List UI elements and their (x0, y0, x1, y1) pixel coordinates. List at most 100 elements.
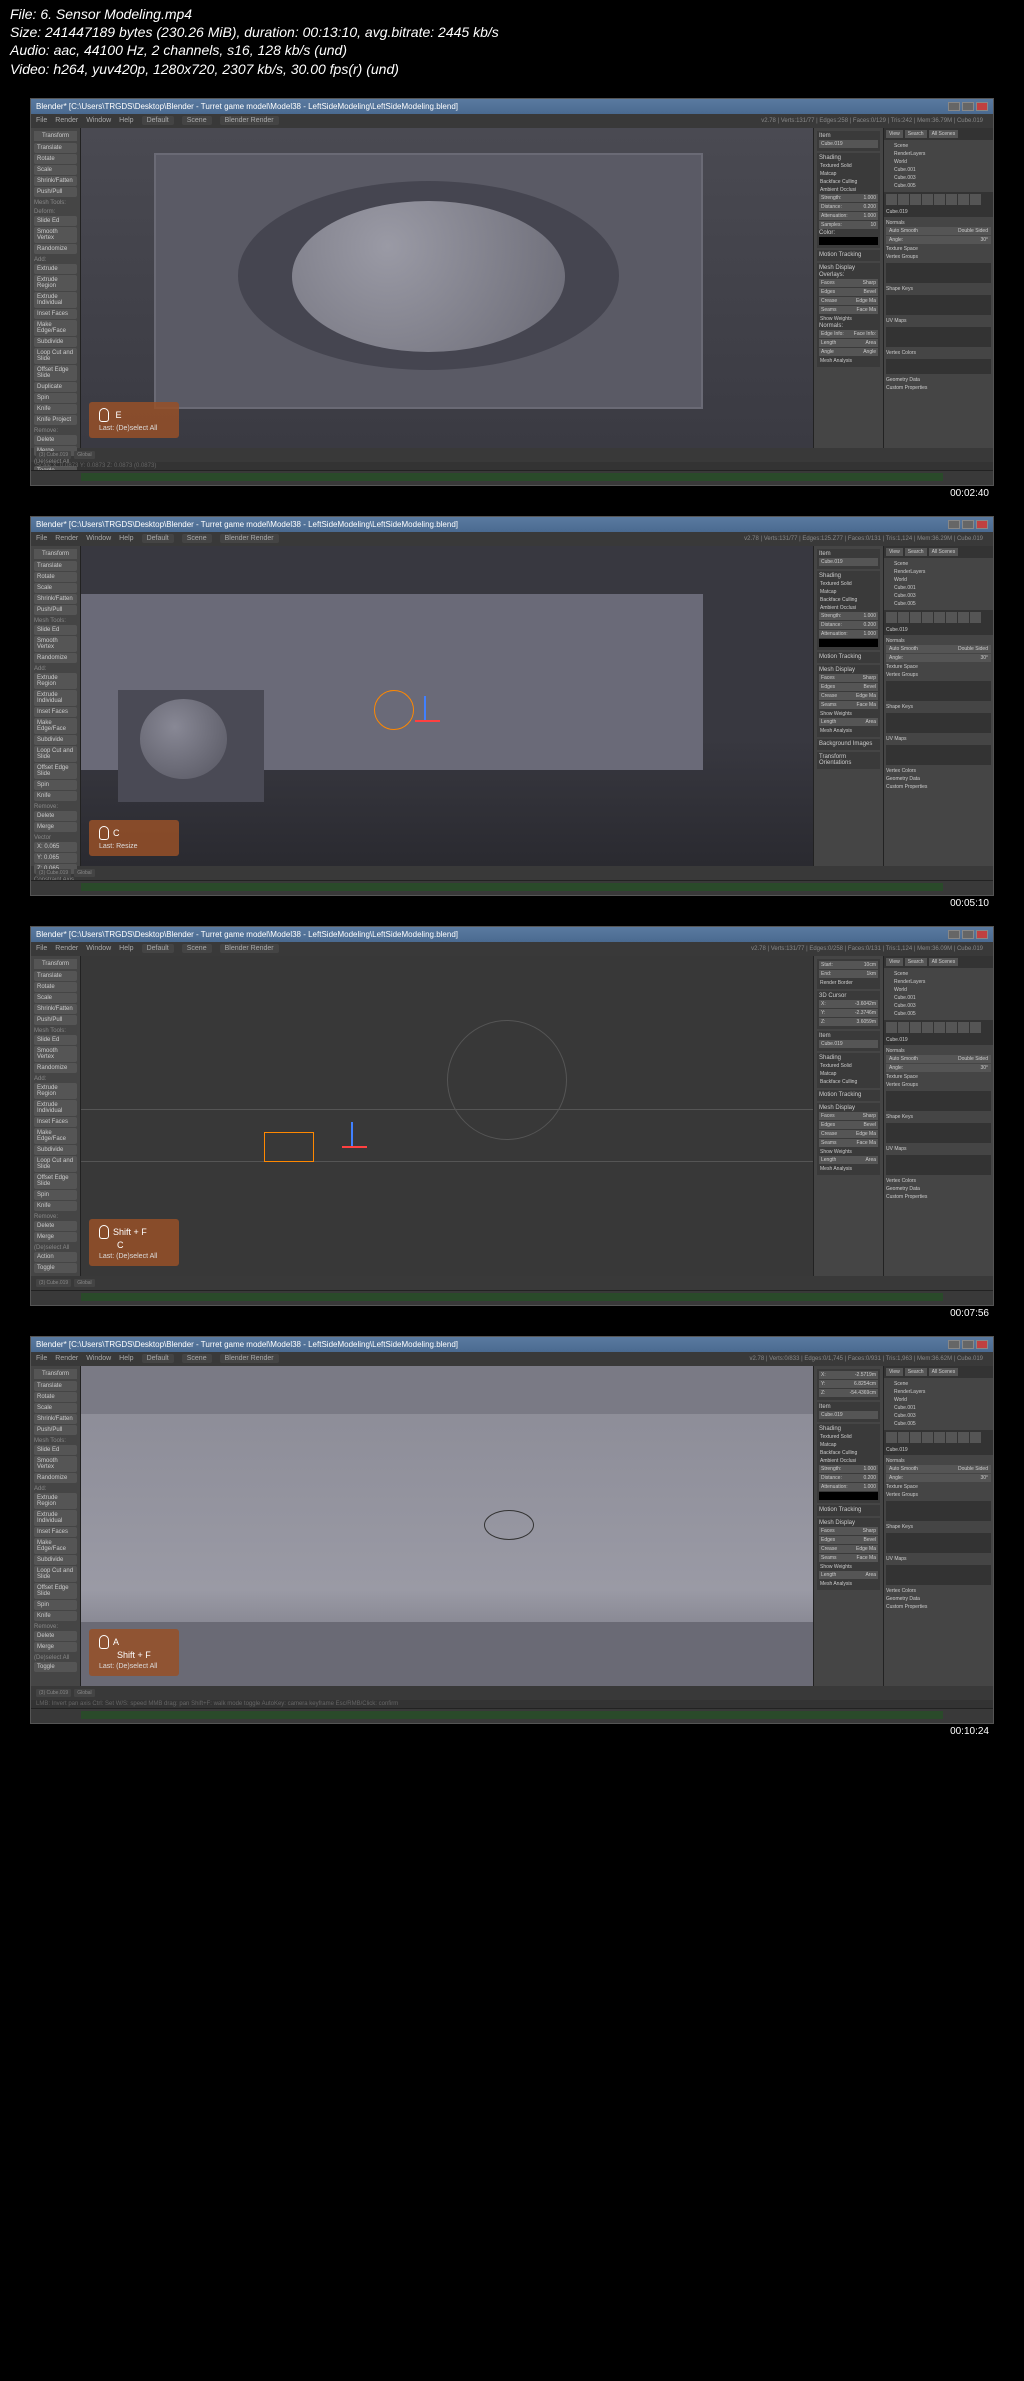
backface-checkbox[interactable]: Backface Culling (819, 596, 878, 604)
angle-value[interactable]: 30° (980, 237, 988, 243)
prop-tab-icon[interactable] (922, 612, 933, 623)
area-checkbox[interactable]: Area (865, 1157, 876, 1163)
tool-offset[interactable]: Offset Edge Slide (34, 1173, 77, 1189)
cursor-z-value[interactable]: 3.6059m (857, 1019, 876, 1025)
menu-file[interactable]: File (36, 1355, 47, 1362)
attenuation-value[interactable]: 1.000 (863, 213, 876, 219)
prop-tab-icon[interactable] (910, 194, 921, 205)
tool-shrink[interactable]: Shrink/Fatten (34, 594, 77, 604)
prop-tab-icon[interactable] (898, 1022, 909, 1033)
outliner-renderlayers[interactable]: RenderLayers (886, 150, 991, 158)
cursor-y-value[interactable]: 6.8254cm (854, 1381, 876, 1387)
distance-value[interactable]: 0.200 (863, 622, 876, 628)
prop-uv-maps[interactable]: UV Maps (886, 1145, 991, 1153)
prop-tab-icon[interactable] (958, 1022, 969, 1033)
faces-checkbox[interactable]: Faces (821, 1113, 835, 1119)
item-name-field[interactable]: Cube.019 (819, 558, 878, 566)
tool-subdivide[interactable]: Subdivide (34, 1555, 77, 1565)
textured-solid-checkbox[interactable]: Textured Solid (819, 1433, 878, 1441)
tool-merge[interactable]: Merge (34, 1232, 77, 1242)
maximize-button[interactable] (962, 1340, 974, 1349)
edge-ma-checkbox[interactable]: Edge Ma (856, 1131, 876, 1137)
tool-subdivide[interactable]: Subdivide (34, 1145, 77, 1155)
outliner-scene[interactable]: Scene (886, 1380, 991, 1388)
menu-render[interactable]: Render (55, 945, 78, 952)
tool-deselect[interactable]: (De)select All (34, 1245, 77, 1251)
distance-value[interactable]: 0.200 (863, 204, 876, 210)
tool-loop-cut[interactable]: Loop Cut and Slide (34, 1156, 77, 1172)
face-ma-checkbox[interactable]: Face Ma (857, 307, 876, 313)
double-sided-checkbox[interactable]: Double Sided (958, 1056, 988, 1062)
tool-duplicate[interactable]: Duplicate (34, 382, 77, 392)
status-global[interactable]: Global (74, 1279, 94, 1287)
length-checkbox[interactable]: Length (821, 1572, 836, 1578)
prop-custom-props[interactable]: Custom Properties (886, 1193, 991, 1201)
tool-scale[interactable]: Scale (34, 1403, 77, 1413)
mesh-analysis-checkbox[interactable]: Mesh Analysis (819, 1580, 878, 1588)
prop-tab-icon[interactable] (946, 1022, 957, 1033)
mesh-analysis-checkbox[interactable]: Mesh Analysis (819, 727, 878, 735)
motion-tracking-section[interactable]: Motion Tracking (819, 654, 878, 660)
tool-slide[interactable]: Slide Ed (34, 625, 77, 635)
prop-tab-icon[interactable] (886, 1022, 897, 1033)
tool-loop-cut[interactable]: Loop Cut and Slide (34, 746, 77, 762)
outliner-mode[interactable]: All Scenes (929, 958, 959, 966)
prop-tab-icon[interactable] (934, 1432, 945, 1443)
attenuation-value[interactable]: 1.000 (863, 631, 876, 637)
tool-inset[interactable]: Inset Faces (34, 1117, 77, 1127)
seams-checkbox[interactable]: Seams (821, 702, 837, 708)
length-checkbox[interactable]: Length (821, 719, 836, 725)
edges-checkbox[interactable]: Edges (821, 1122, 835, 1128)
tool-translate[interactable]: Translate (34, 143, 77, 153)
menu-help[interactable]: Help (119, 117, 133, 124)
tool-pushpull[interactable]: Push/Pull (34, 1015, 77, 1025)
outliner-world[interactable]: World (886, 158, 991, 166)
menu-render[interactable]: Render (55, 1355, 78, 1362)
tool-make-edge[interactable]: Make Edge/Face (34, 1128, 77, 1144)
prop-shape-keys[interactable]: Shape Keys (886, 1113, 991, 1121)
sharp-checkbox[interactable]: Sharp (863, 280, 876, 286)
tool-shrink[interactable]: Shrink/Fatten (34, 176, 77, 186)
layout-dropdown[interactable]: Default (142, 944, 174, 953)
tool-make-edge[interactable]: Make Edge/Face (34, 320, 77, 336)
show-weights-checkbox[interactable]: Show Weights (819, 1148, 878, 1156)
crease-checkbox[interactable]: Crease (821, 1131, 837, 1137)
prop-tab-icon[interactable] (970, 1022, 981, 1033)
tool-delete[interactable]: Delete (34, 1631, 77, 1641)
prop-custom-props[interactable]: Custom Properties (886, 1603, 991, 1611)
maximize-button[interactable] (962, 520, 974, 529)
timeline[interactable] (31, 880, 993, 895)
area-checkbox[interactable]: Area (865, 1572, 876, 1578)
backface-checkbox[interactable]: Backface Culling (819, 1078, 878, 1086)
tool-deselect[interactable]: (De)select All (34, 1655, 77, 1661)
angle-value[interactable]: 30° (980, 1475, 988, 1481)
cursor-x-value[interactable]: -3.6042m (855, 1001, 876, 1007)
tool-loop-cut[interactable]: Loop Cut and Slide (34, 348, 77, 364)
prop-tab-icon[interactable] (934, 194, 945, 205)
prop-shape-keys[interactable]: Shape Keys (886, 703, 991, 711)
length-checkbox[interactable]: Length (821, 1157, 836, 1163)
auto-smooth-checkbox[interactable]: Auto Smooth (889, 1056, 918, 1062)
tool-inset[interactable]: Inset Faces (34, 1527, 77, 1537)
crease-checkbox[interactable]: Crease (821, 1546, 837, 1552)
scene-dropdown[interactable]: Scene (182, 116, 212, 125)
prop-uv-maps[interactable]: UV Maps (886, 317, 991, 325)
outliner-scene[interactable]: Scene (886, 142, 991, 150)
outliner-search[interactable]: Search (905, 958, 927, 966)
prop-tab-icon[interactable] (910, 1022, 921, 1033)
tool-translate[interactable]: Translate (34, 561, 77, 571)
prop-tab-icon[interactable] (898, 1432, 909, 1443)
tool-extrude-ind[interactable]: Extrude Individual (34, 690, 77, 706)
ao-checkbox[interactable]: Ambient Occlusi (819, 1457, 878, 1465)
tool-rotate[interactable]: Rotate (34, 982, 77, 992)
area-checkbox[interactable]: Area (865, 340, 876, 346)
angle-checkbox[interactable]: Angle (821, 349, 834, 355)
outliner-world[interactable]: World (886, 576, 991, 584)
renderer-dropdown[interactable]: Blender Render (220, 116, 279, 125)
prop-tab-icon[interactable] (886, 1432, 897, 1443)
motion-tracking-section[interactable]: Motion Tracking (819, 1507, 878, 1513)
show-weights-checkbox[interactable]: Show Weights (819, 710, 878, 718)
prop-tab-icon[interactable] (970, 612, 981, 623)
tool-extrude-ind[interactable]: Extrude Individual (34, 292, 77, 308)
object-name-field[interactable]: Cube.019 (884, 625, 993, 635)
